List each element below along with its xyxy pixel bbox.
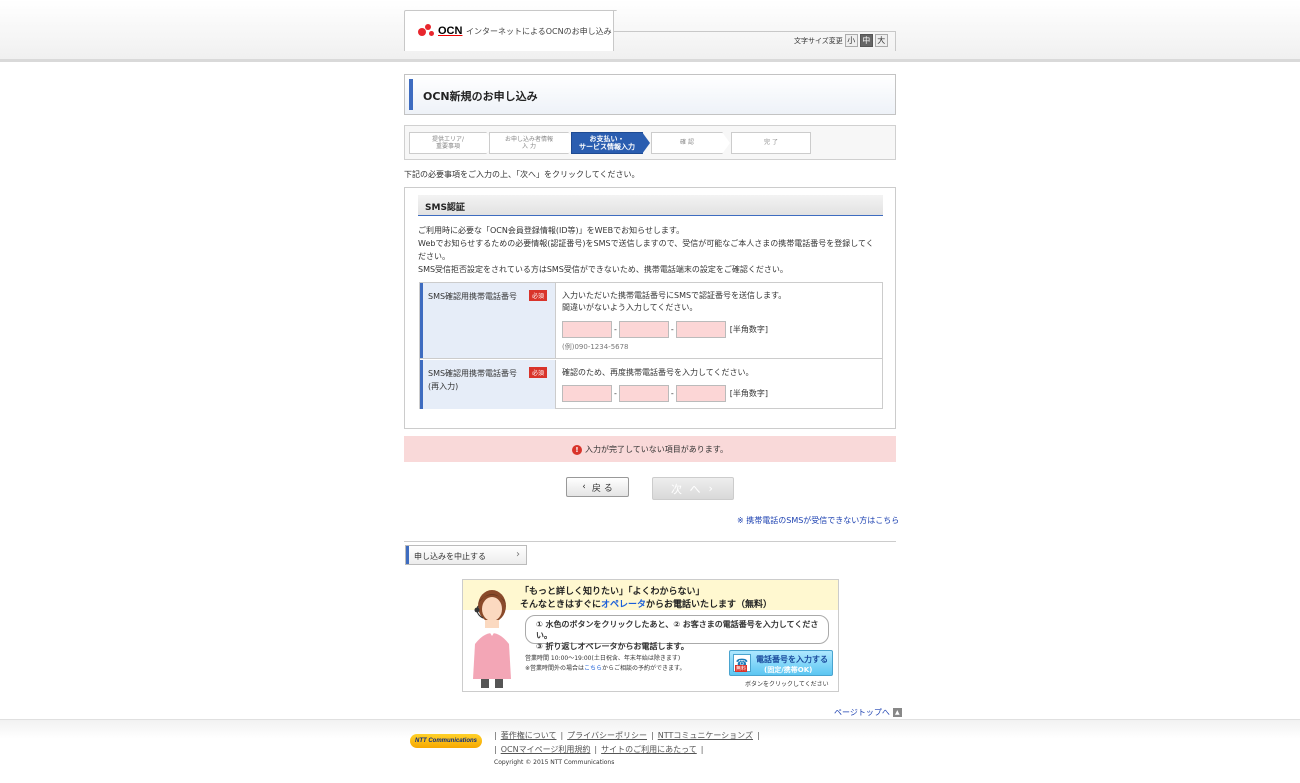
footer-link-ntt[interactable]: NTTコミュニケーションズ [658, 731, 753, 740]
font-size-label: 文字サイズ変更 [794, 36, 843, 45]
cancel-application-button[interactable]: 申し込みを中止する › [405, 545, 527, 565]
footer-link-site-usage[interactable]: サイトのご利用にあたって [601, 745, 697, 754]
form-row-phone: SMS確認用携帯電話番号 必須 入力いただいた携帯電話番号にSMSで認証番号を送… [420, 283, 882, 359]
sms-form-table: SMS確認用携帯電話番号 必須 入力いただいた携帯電話番号にSMSで認証番号を送… [419, 282, 883, 409]
half-width-hint: [半角数字] [729, 389, 769, 398]
next-button[interactable]: 次 へ › [652, 477, 734, 500]
page-title-box: OCN新規のお申し込み [404, 74, 896, 115]
chevron-right-icon: › [516, 549, 520, 560]
footer-links-row-1: | 著作権について | プライバシーポリシー | NTTコミュニケーションズ | [494, 731, 760, 740]
phone-confirm-inputs: - - [半角数字] [562, 385, 768, 402]
operator-person-icon [473, 590, 511, 688]
operator-callback-banner: 「もっと詳しく知りたい」「よくわからない」 そんなときはすぐにオペレータからお電… [462, 579, 839, 692]
font-size-switcher: 文字サイズ変更 小 中 大 [794, 34, 888, 47]
ocn-logo-text: OCN [438, 25, 463, 37]
copyright: Copyright © 2015 NTT Communications [494, 759, 615, 766]
phone-inputs: - - [半角数字] [562, 321, 768, 338]
reservation-link[interactable]: こちら [584, 665, 602, 672]
banner-heading-2: そんなときはすぐにオペレータからお電話いたします（無料） [520, 600, 773, 610]
page-top-link[interactable]: ページトップへ [834, 708, 890, 717]
font-size-medium-button[interactable]: 中 [859, 34, 873, 47]
phone-label: SMS確認用携帯電話番号 [428, 292, 518, 301]
page-top-link-wrap: ページトップへ ▲ [834, 707, 902, 718]
required-badge: 必須 [529, 367, 548, 378]
sms-auth-panel: SMS認証 ご利用時に必要な「OCN会員登録情報(ID等)」をWEBでお知らせし… [404, 187, 896, 429]
header-subtitle: インターネットによるOCNのお申し込み [466, 27, 612, 36]
back-button[interactable]: ‹ 戻 る [566, 477, 629, 497]
sms-help-link-wrap: ※ 携帯電話のSMSが受信できない方はこちら [737, 515, 899, 526]
step-complete: 完 了 [731, 132, 811, 154]
step-confirm: 確 認 [651, 132, 730, 154]
phone-confirm-input-3[interactable] [675, 385, 726, 402]
arrow-up-icon: ▲ [892, 708, 902, 717]
divider [404, 541, 896, 542]
sms-heading: SMS認証 [418, 195, 883, 216]
footer-link-mypage-terms[interactable]: OCNマイページ利用規約 [501, 745, 591, 754]
phone-confirm-label: SMS確認用携帯電話番号 [428, 369, 518, 378]
font-size-small-button[interactable]: 小 [844, 34, 858, 47]
sms-description: ご利用時に必要な「OCN会員登録情報(ID等)」をWEBでお知らせします。 We… [418, 226, 874, 274]
phone-instruction: 入力いただいた携帯電話番号にSMSで認証番号を送信します。 [562, 291, 787, 300]
error-icon: ! [572, 445, 583, 455]
phone-input-2[interactable] [618, 321, 669, 338]
enter-phone-number-button[interactable]: ☎ 無料 電話番号を入力する (固定/携帯OK) [729, 650, 833, 676]
phone-instruction-2: 間違いがないよう入力してください。 [562, 303, 698, 312]
banner-heading-1: 「もっと詳しく知りたい」「よくわからない」 [520, 587, 705, 597]
instruction-text: 下記の必要事項をご入力の上、「次へ」をクリックしてください。 [404, 170, 640, 179]
site-header: OCN インターネットによるOCNのお申し込み 文字サイズ変更 小 中 大 [404, 10, 896, 51]
phone-example: (例)090-1234-5678 [562, 343, 629, 351]
phone-input-1[interactable] [562, 321, 612, 338]
required-badge: 必須 [529, 290, 548, 301]
phone-confirm-input-2[interactable] [618, 385, 669, 402]
page-title: OCN新規のお申し込み [423, 90, 538, 103]
chevron-right-icon: › [708, 482, 715, 495]
error-message: 入力が完了していない項目があります。 [585, 445, 728, 454]
footer-links-row-2: | OCNマイページ利用規約 | サイトのご利用にあたって | [494, 745, 704, 754]
banner-steps: ① 水色のボタンをクリックしたあと、② お客さまの電話番号を入力してください。 … [525, 615, 829, 651]
half-width-hint: [半角数字] [729, 325, 769, 334]
footer-link-copyright[interactable]: 著作権について [501, 731, 557, 740]
sms-help-link[interactable]: ※ 携帯電話のSMSが受信できない方はこちら [737, 516, 899, 525]
font-size-large-button[interactable]: 大 [874, 34, 888, 47]
error-message-box: ! 入力が完了していない項目があります。 [404, 436, 896, 462]
ocn-logo[interactable]: OCN [418, 22, 462, 40]
form-row-phone-confirm: SMS確認用携帯電話番号 (再入力) 必須 確認のため、再度携帯電話番号を入力し… [420, 360, 882, 409]
ocn-logo-icon [418, 22, 436, 40]
chevron-left-icon: ‹ [582, 482, 586, 492]
free-badge: 無料 [735, 665, 748, 672]
banner-hours: 営業時間 10:00〜19:00(土日祝含、年末年始は除きます) ※営業時間外の… [525, 655, 686, 672]
phone-confirm-sublabel: (再入力) [428, 382, 459, 391]
progress-steps: 提供エリア/重要事項 お申し込み者情報入 力 お支払い・ サービス情報入力 確 認… [404, 125, 896, 160]
phone-confirm-input-1[interactable] [562, 385, 612, 402]
ntt-communications-logo[interactable]: NTT Communications [410, 734, 482, 748]
phone-confirm-instruction: 確認のため、再度携帯電話番号を入力してください。 [562, 368, 754, 377]
banner-call-note: ボタンをクリックしてください [745, 681, 829, 688]
phone-input-3[interactable] [675, 321, 726, 338]
step-applicant: お申し込み者情報入 力 [489, 132, 576, 154]
step-payment-current: お支払い・ サービス情報入力 [571, 132, 650, 154]
footer-link-privacy[interactable]: プライバシーポリシー [567, 731, 647, 740]
step-area: 提供エリア/重要事項 [409, 132, 494, 154]
